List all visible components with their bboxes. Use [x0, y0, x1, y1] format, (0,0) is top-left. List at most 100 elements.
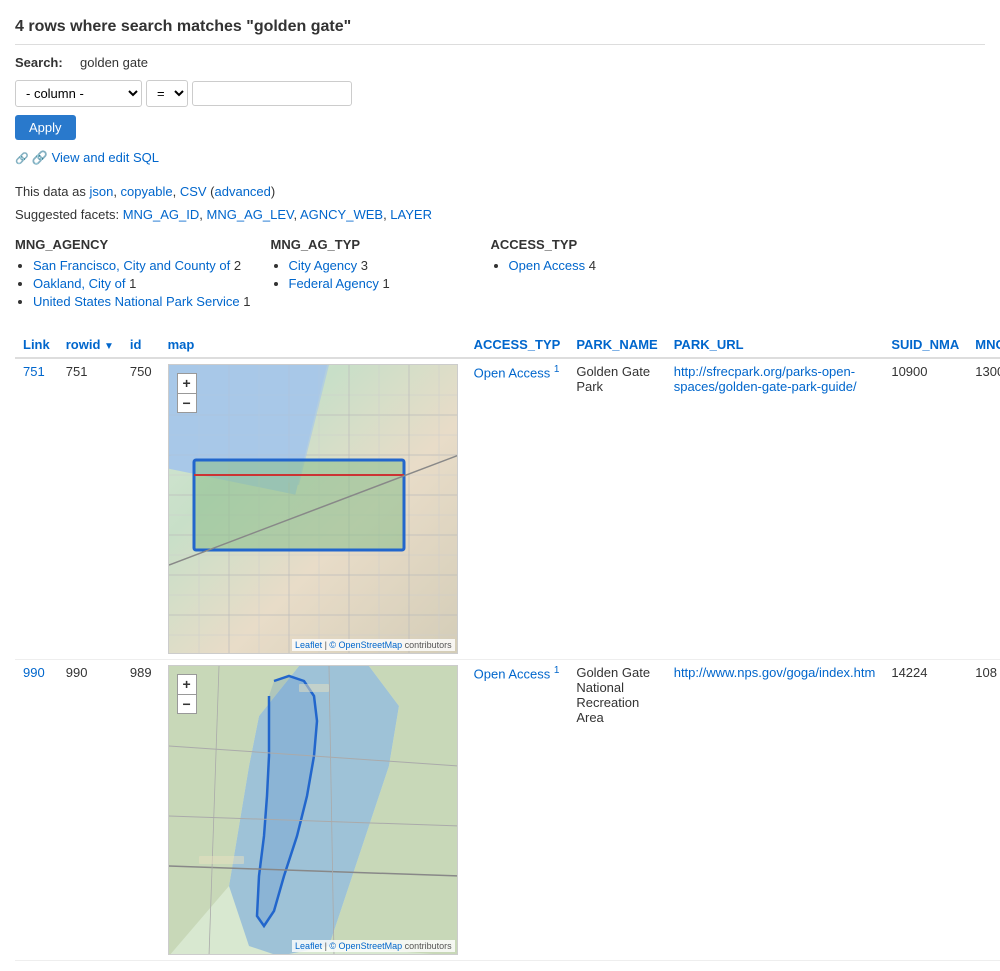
facet-section: MNG_AGENCY San Francisco, City and Count…	[15, 237, 985, 312]
zoom-in-751[interactable]: +	[177, 373, 197, 393]
page-title: 4 rows where search matches "golden gate…	[15, 10, 985, 45]
map-svg-990	[169, 666, 457, 954]
cell-rowid-751: 751	[58, 358, 122, 660]
copyable-link[interactable]: copyable	[121, 184, 173, 199]
cell-access-990: Open Access 1	[466, 660, 569, 961]
facet-sf-link[interactable]: San Francisco, City and County of	[33, 258, 230, 273]
list-item: San Francisco, City and County of 2	[33, 258, 251, 273]
park-url-link-751[interactable]: http://sfrecpark.org/parks-open-spaces/g…	[674, 364, 857, 394]
list-item: Oakland, City of 1	[33, 276, 251, 291]
list-item: Federal Agency 1	[289, 276, 471, 291]
cell-mng-ag-id-990: 108	[967, 660, 1000, 961]
col-rowid-header[interactable]: rowid ▼	[66, 337, 114, 352]
col-park-header[interactable]: PARK_NAME	[576, 337, 657, 352]
map-990[interactable]: + − Leaflet | © OpenStreetMap contributo…	[168, 665, 458, 955]
zoom-out-990[interactable]: −	[177, 694, 197, 714]
map-751[interactable]: + − Leaflet | © OpenStreetMap contributo…	[168, 364, 458, 654]
access-typ-link-751[interactable]: Open Access	[474, 365, 551, 380]
osm-link-2[interactable]: © OpenStreetMap	[329, 941, 402, 951]
cell-link-990: 990	[15, 660, 58, 961]
suggested-facets: Suggested facets: MNG_AG_ID, MNG_AG_LEV,…	[15, 207, 985, 222]
facet-agncy-web[interactable]: AGNCY_WEB	[300, 207, 383, 222]
cell-suid-751: 10900	[883, 358, 967, 660]
filter-row: - column -LinkrowididmapACCESS_TYPPARK_N…	[15, 80, 985, 107]
cell-map-990: + − Leaflet | © OpenStreetMap contributo…	[160, 660, 466, 961]
th-mng-ag-id: MNG_AG_ID	[967, 332, 1000, 358]
cell-access-751: Open Access 1	[466, 358, 569, 660]
col-id-header[interactable]: id	[130, 337, 142, 352]
cell-link-751: 751	[15, 358, 58, 660]
facet-federal-agency-link[interactable]: Federal Agency	[289, 276, 379, 291]
col-suid-header[interactable]: SUID_NMA	[891, 337, 959, 352]
map-svg-751	[169, 365, 457, 653]
cell-park-url-751: http://sfrecpark.org/parks-open-spaces/g…	[666, 358, 884, 660]
facet-oakland-link[interactable]: Oakland, City of	[33, 276, 126, 291]
osm-link[interactable]: © OpenStreetMap	[329, 640, 402, 650]
facet-mng-agency-title: MNG_AGENCY	[15, 237, 251, 252]
cell-id-751: 750	[122, 358, 160, 660]
data-table: Link rowid ▼ id map ACCESS_TYP PARK_NAME…	[15, 332, 1000, 961]
csv-link[interactable]: CSV	[180, 184, 207, 199]
cell-suid-990: 14224	[883, 660, 967, 961]
leaflet-link-2[interactable]: Leaflet	[295, 941, 322, 951]
list-item: City Agency 3	[289, 258, 471, 273]
search-label: Search:	[15, 55, 70, 70]
cell-park-name-990: Golden Gate National Recreation Area	[568, 660, 665, 961]
cell-park-url-990: http://www.nps.gov/goga/index.htm	[666, 660, 884, 961]
table-row: 751 751 750	[15, 358, 1000, 660]
leaflet-link[interactable]: Leaflet	[295, 640, 322, 650]
search-row: Search: golden gate	[15, 55, 985, 70]
map-controls-990[interactable]: + −	[177, 674, 197, 714]
cell-mng-ag-id-751: 1300	[967, 358, 1000, 660]
list-item: Open Access 4	[509, 258, 691, 273]
facet-nps-link[interactable]: United States National Park Service	[33, 294, 240, 309]
facet-access-typ-title: ACCESS_TYP	[491, 237, 691, 252]
col-mng-ag-id-header[interactable]: MNG_AG_ID	[975, 337, 1000, 352]
access-badge-751: 1	[554, 364, 560, 375]
zoom-in-990[interactable]: +	[177, 674, 197, 694]
col-access-header[interactable]: ACCESS_TYP	[474, 337, 561, 352]
access-badge-990: 1	[554, 665, 560, 676]
search-value: golden gate	[80, 55, 148, 70]
facet-group-mng-agency: MNG_AGENCY San Francisco, City and Count…	[15, 237, 251, 312]
facet-layer[interactable]: LAYER	[390, 207, 432, 222]
facet-mng-ag-typ-title: MNG_AG_TYP	[271, 237, 471, 252]
th-map: map	[160, 332, 466, 358]
column-select[interactable]: - column -LinkrowididmapACCESS_TYPPARK_N…	[15, 80, 142, 107]
table-row: 990 990 989	[15, 660, 1000, 961]
col-map-header[interactable]: map	[168, 337, 195, 352]
map-controls-751[interactable]: + −	[177, 373, 197, 413]
sql-link-icon: 🔗	[32, 150, 48, 165]
park-url-link-990[interactable]: http://www.nps.gov/goga/index.htm	[674, 665, 876, 680]
advanced-link[interactable]: advanced	[215, 184, 271, 199]
sort-desc-icon: ▼	[104, 341, 114, 352]
th-access-typ: ACCESS_TYP	[466, 332, 569, 358]
th-link: Link	[15, 332, 58, 358]
col-url-header[interactable]: PARK_URL	[674, 337, 744, 352]
th-rowid: rowid ▼	[58, 332, 122, 358]
access-typ-link-990[interactable]: Open Access	[474, 666, 551, 681]
cell-rowid-990: 990	[58, 660, 122, 961]
row-link-990[interactable]: 990	[23, 665, 45, 680]
col-link-header[interactable]: Link	[23, 337, 50, 352]
table-header-row: Link rowid ▼ id map ACCESS_TYP PARK_NAME…	[15, 332, 1000, 358]
list-item: United States National Park Service 1	[33, 294, 251, 309]
cell-park-name-751: Golden Gate Park	[568, 358, 665, 660]
view-edit-sql-link[interactable]: 🔗 View and edit SQL	[15, 150, 159, 166]
facet-city-agency-link[interactable]: City Agency	[289, 258, 358, 273]
map-attribution-990: Leaflet | © OpenStreetMap contributors	[292, 940, 455, 952]
facet-group-mng-ag-typ: MNG_AG_TYP City Agency 3 Federal Agency …	[271, 237, 471, 312]
json-link[interactable]: json	[89, 184, 113, 199]
apply-button[interactable]: Apply	[15, 115, 76, 140]
operator-select[interactable]: =	[146, 80, 188, 107]
th-suid-nma: SUID_NMA	[883, 332, 967, 358]
data-formats: This data as json, copyable, CSV (advanc…	[15, 184, 985, 199]
facet-mng-ag-id[interactable]: MNG_AG_ID	[123, 207, 200, 222]
filter-value-input[interactable]	[192, 81, 352, 106]
row-link-751[interactable]: 751	[23, 364, 45, 379]
th-park-url: PARK_URL	[666, 332, 884, 358]
zoom-out-751[interactable]: −	[177, 393, 197, 413]
facet-mng-ag-lev[interactable]: MNG_AG_LEV	[207, 207, 294, 222]
facet-open-access-link[interactable]: Open Access	[509, 258, 586, 273]
cell-map-751: + − Leaflet | © OpenStreetMap contributo…	[160, 358, 466, 660]
